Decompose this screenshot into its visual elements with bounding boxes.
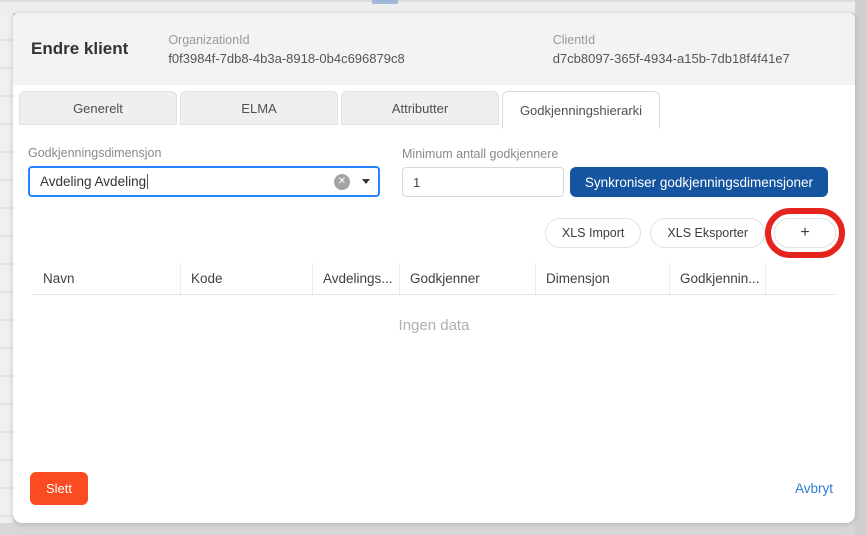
sync-dimensions-button[interactable]: Synkroniser godkjenningsdimensjoner (570, 167, 828, 197)
dimension-select-value: Avdeling Avdeling (40, 174, 334, 189)
xls-import-button[interactable]: XLS Import (545, 218, 642, 248)
column-header-navn[interactable]: Navn (33, 263, 181, 294)
empty-state-text: Ingen data (33, 317, 835, 334)
organization-id-label: OrganizationId (168, 33, 404, 47)
form-row: Godkjenningsdimensjon Avdeling Avdeling … (28, 146, 840, 197)
modal-title: Endre klient (31, 39, 128, 59)
modal-footer: Slett Avbryt (30, 472, 833, 505)
dimension-label: Godkjenningsdimensjon (28, 146, 380, 160)
client-id-value: d7cb8097-365f-4934-a15b-7db18f4f41e7 (553, 51, 790, 66)
min-approvers-label: Minimum antall godkjennere (402, 147, 564, 161)
tab-attributter[interactable]: Attributter (341, 91, 499, 125)
cancel-link[interactable]: Avbryt (795, 481, 833, 496)
column-header-actions (766, 263, 835, 294)
dimension-field: Godkjenningsdimensjon Avdeling Avdeling … (28, 146, 380, 197)
column-header-godkjennin[interactable]: Godkjennin... (670, 263, 766, 294)
column-header-kode[interactable]: Kode (181, 263, 313, 294)
chevron-down-icon[interactable] (362, 179, 370, 184)
client-id-label: ClientId (553, 33, 790, 47)
page-background-top (0, 0, 867, 13)
table-toolbar: XLS Import XLS Eksporter + (28, 215, 840, 251)
hierarchy-table: Navn Kode Avdelings... Godkjenner Dimens… (33, 263, 835, 334)
add-button-wrap: + (774, 218, 836, 248)
add-row-button[interactable]: + (774, 218, 836, 248)
tab-godkjenningshierarki[interactable]: Godkjenningshierarki (502, 91, 660, 129)
column-header-godkjenner[interactable]: Godkjenner (400, 263, 536, 294)
client-id-block: ClientId d7cb8097-365f-4934-a15b-7db18f4… (553, 33, 790, 66)
background-artifact (372, 0, 398, 4)
tab-content: Godkjenningsdimensjon Avdeling Avdeling … (13, 146, 855, 334)
dimension-select[interactable]: Avdeling Avdeling ✕ (28, 166, 380, 197)
column-header-avdelings[interactable]: Avdelings... (313, 263, 400, 294)
organization-id-block: OrganizationId f0f3984f-7db8-4b3a-8918-0… (168, 33, 404, 66)
xls-export-button[interactable]: XLS Eksporter (650, 218, 765, 248)
modal-header: Endre klient OrganizationId f0f3984f-7db… (13, 13, 855, 85)
organization-id-value: f0f3984f-7db8-4b3a-8918-0b4c696879c8 (168, 51, 404, 66)
min-approvers-input[interactable] (402, 167, 564, 197)
table-header-row: Navn Kode Avdelings... Godkjenner Dimens… (33, 263, 835, 295)
edit-client-modal: Endre klient OrganizationId f0f3984f-7db… (13, 13, 855, 523)
page-background-left (0, 13, 13, 523)
tab-elma[interactable]: ELMA (180, 91, 338, 125)
tab-generelt[interactable]: Generelt (19, 91, 177, 125)
column-header-dimensjon[interactable]: Dimensjon (536, 263, 670, 294)
tab-bar: Generelt ELMA Attributter Godkjenningshi… (13, 91, 855, 126)
clear-icon[interactable]: ✕ (334, 174, 350, 190)
page-background-right (855, 0, 867, 535)
min-approvers-field: Minimum antall godkjennere (402, 147, 564, 197)
delete-button[interactable]: Slett (30, 472, 88, 505)
